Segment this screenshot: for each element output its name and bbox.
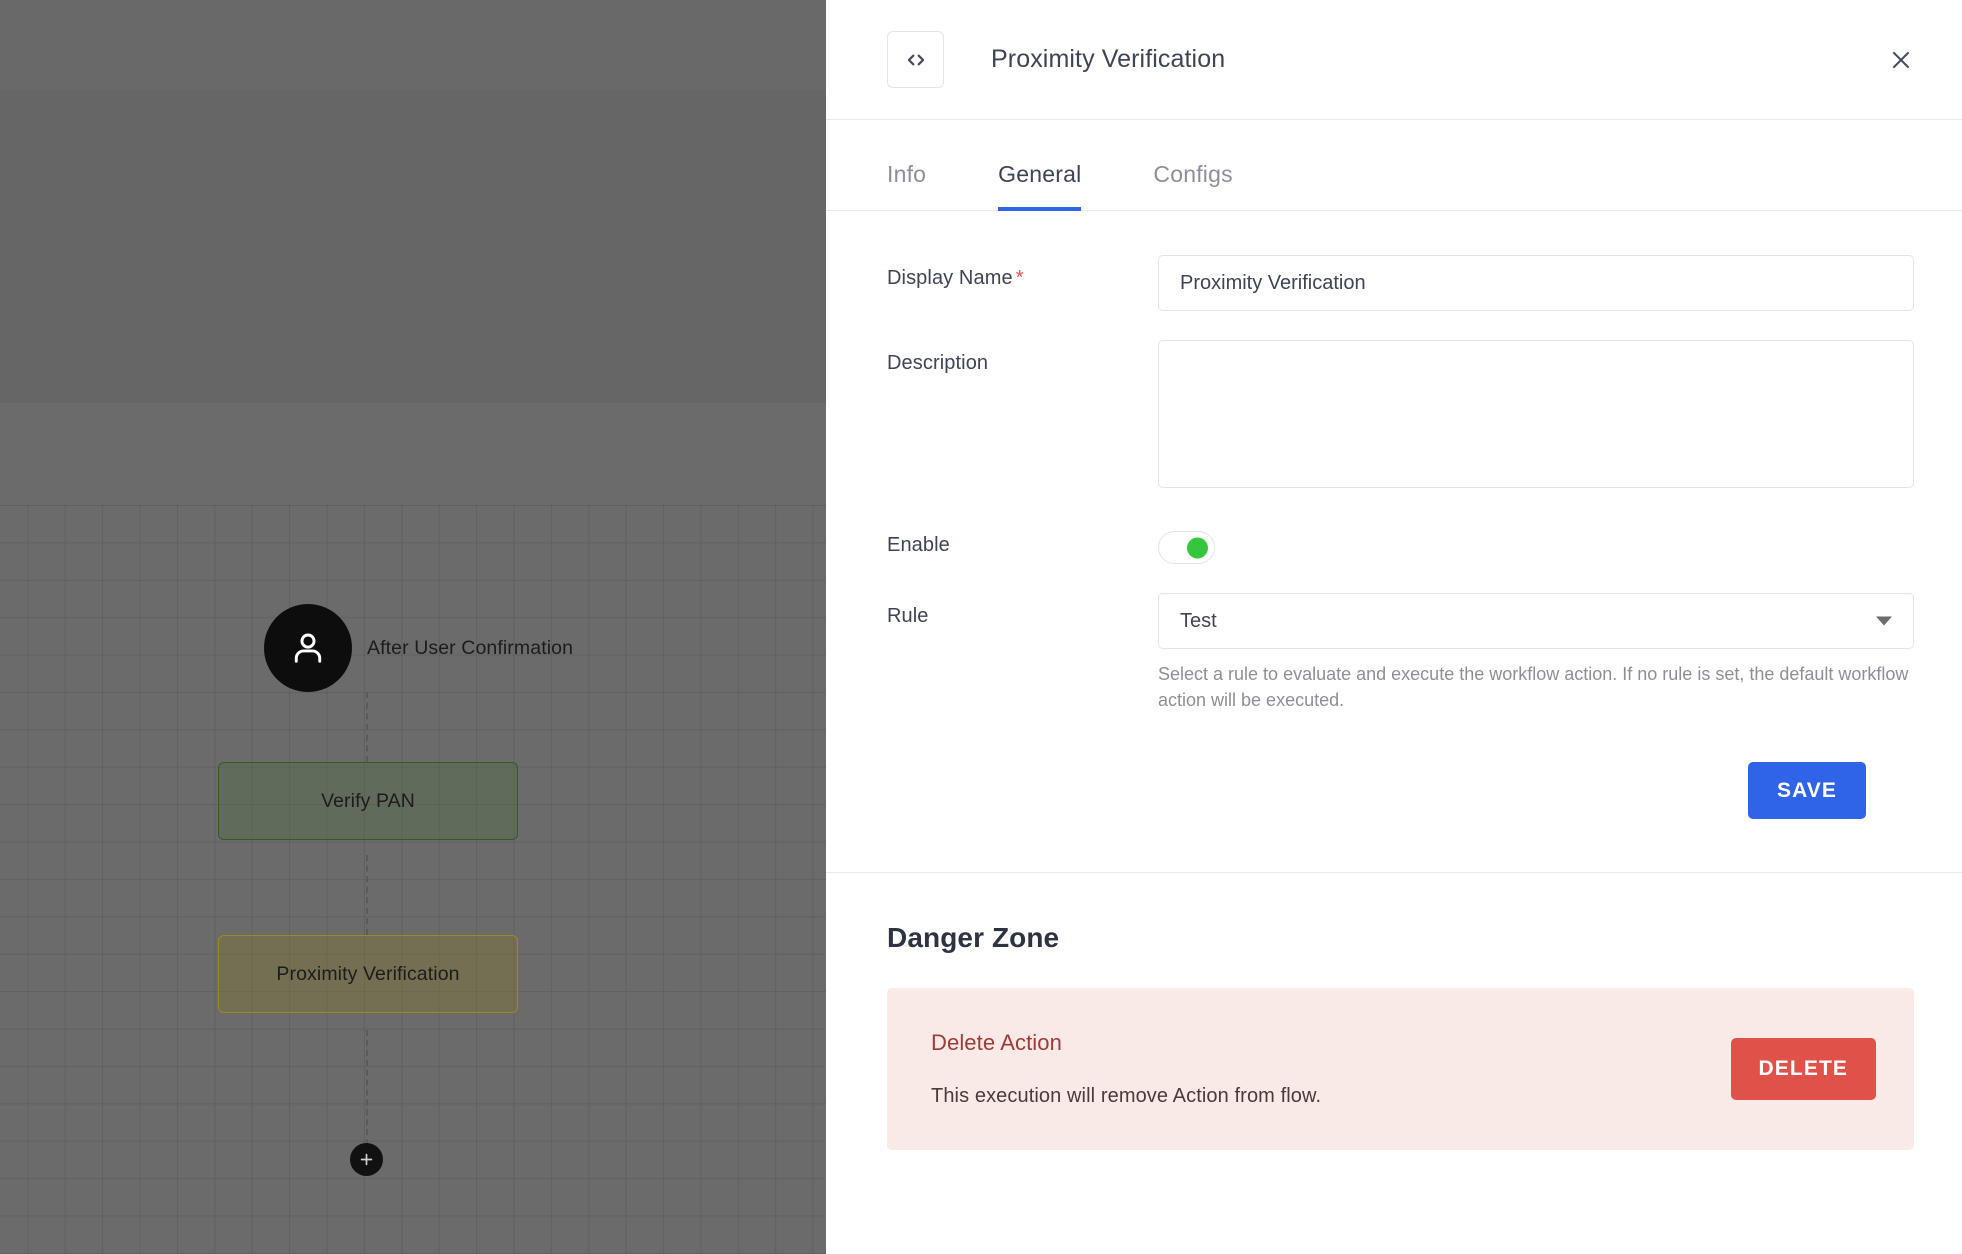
rule-select-wrapper: Test [1158,593,1914,649]
rule-label: Rule [887,605,929,627]
trigger-node-label: After User Confirmation [367,636,574,659]
required-marker: * [1015,267,1024,289]
description-label: Description [887,352,989,374]
add-node-button[interactable] [350,1143,383,1176]
app-root: After User Confirmation Verify PAN Proxi… [0,0,1962,1254]
close-icon[interactable] [1880,39,1922,81]
description-row: Description [887,340,1914,493]
save-row: SAVE [887,742,1914,820]
canvas-overlay-middle [0,90,826,403]
rule-select[interactable]: Test [1158,593,1914,649]
description-textarea[interactable] [1158,340,1914,488]
delete-action-card: Delete Action This execution will remove… [887,988,1914,1151]
details-panel: Proximity Verification Info General Conf… [826,0,1962,1254]
canvas-overlay-top [0,0,826,90]
delete-button[interactable]: DELETE [1730,1038,1876,1101]
flow-node-verify-pan[interactable]: Verify PAN [218,762,518,840]
enable-row: Enable [887,522,1914,564]
code-brackets-icon[interactable] [887,31,944,88]
display-name-row: Display Name * [887,255,1914,311]
danger-zone-title: Danger Zone [887,922,1060,954]
display-name-label: Display Name * [887,255,1158,290]
panel-tabs: Info General Configs [826,153,1962,211]
connector-line [366,855,368,935]
panel-header: Proximity Verification [826,0,1962,120]
user-icon [264,604,352,692]
delete-action-text: Delete Action This execution will remove… [931,1030,1731,1108]
enable-label: Enable [887,534,950,556]
tab-general[interactable]: General [998,153,1082,211]
rule-row: Rule Test Select a rule to evaluate and … [887,593,1914,713]
panel-title: Proximity Verification [991,45,1226,73]
rule-helper-text: Select a rule to evaluate and execute th… [1158,664,1909,710]
delete-action-title: Delete Action [931,1030,1062,1056]
rule-select-value: Test [1180,609,1217,632]
flow-node-label: Verify PAN [321,789,415,812]
workflow-canvas[interactable]: After User Confirmation Verify PAN Proxi… [0,0,826,1254]
enable-toggle[interactable] [1158,531,1215,564]
general-form: Display Name* Description Enable [826,211,1962,820]
display-name-control [1158,255,1914,311]
tab-configs[interactable]: Configs [1153,153,1232,210]
description-control [1158,340,1914,493]
flow-node-label: Proximity Verification [276,962,460,985]
trigger-node[interactable]: After User Confirmation [264,604,573,692]
display-name-label-text: Display Name [887,267,1013,289]
rule-control: Test Select a rule to evaluate and execu… [1158,593,1914,713]
danger-zone-section: Danger Zone Delete Action This execution… [826,873,1962,1151]
save-button[interactable]: SAVE [1747,762,1866,820]
enable-control [1158,522,1914,564]
connector-line [366,692,368,762]
toggle-knob [1187,537,1208,558]
delete-action-description: This execution will remove Action from f… [931,1085,1322,1108]
tab-info[interactable]: Info [887,153,926,210]
connector-line [366,1030,368,1155]
flow-node-proximity-verification[interactable]: Proximity Verification [218,935,518,1013]
display-name-input[interactable] [1158,255,1914,311]
